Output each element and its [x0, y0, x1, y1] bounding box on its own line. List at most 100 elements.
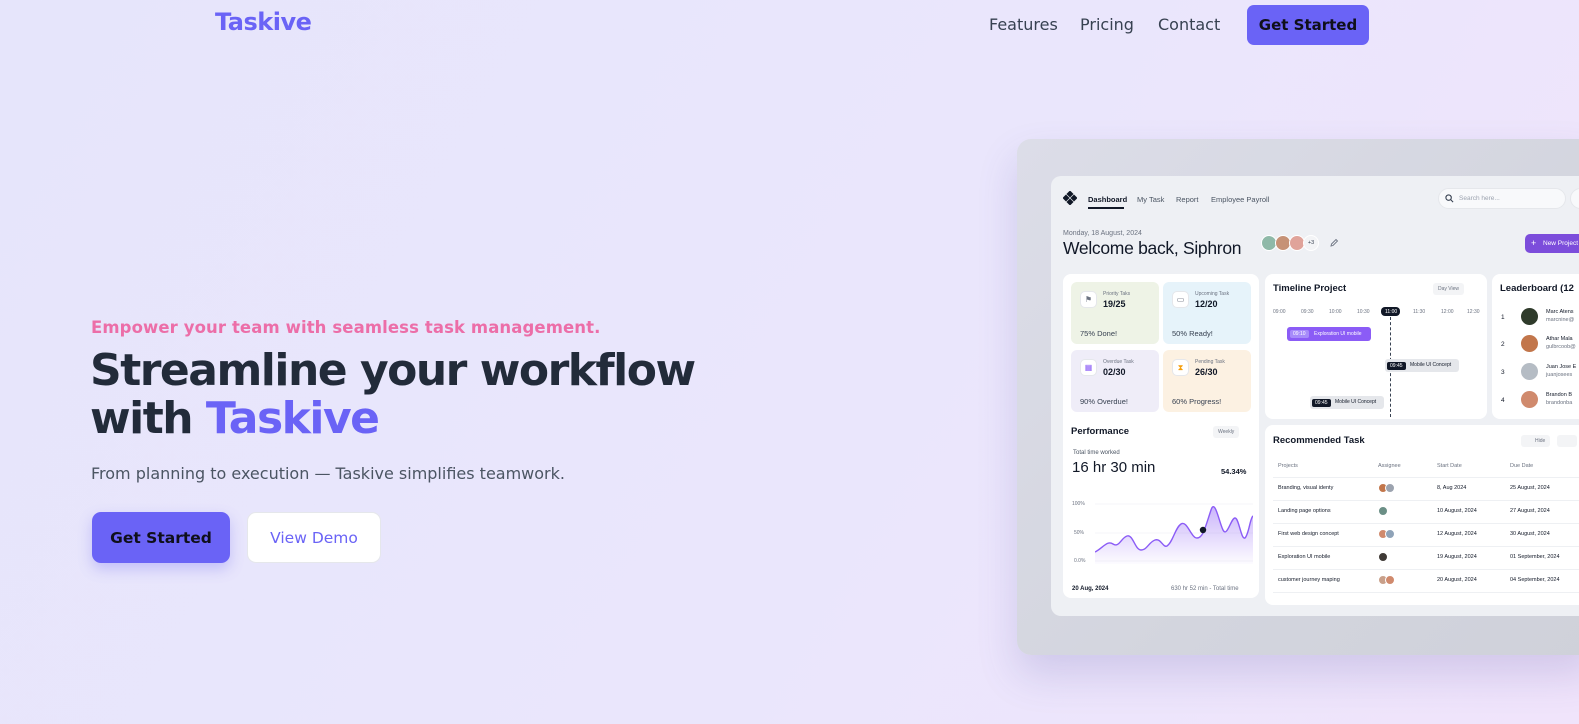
search-icon	[1445, 194, 1454, 203]
column-header: Assignee	[1378, 463, 1401, 469]
headline-line-2: with Taskive	[90, 395, 790, 443]
active-tab-underline	[1088, 207, 1124, 209]
nav-link-contact[interactable]: Contact	[1158, 15, 1220, 34]
leader-rank: 2	[1501, 341, 1505, 348]
avatar	[1520, 362, 1539, 381]
avatar	[1385, 483, 1395, 493]
hero-tagline: Empower your team with seamless task man…	[91, 318, 601, 337]
timeline-time: 09:30	[1301, 309, 1314, 315]
headline-line-1: Streamline your workflow	[90, 345, 696, 396]
avatar	[1520, 390, 1539, 409]
stat-footer: 50% Ready!	[1172, 329, 1213, 338]
row-start-date: 10 August, 2024	[1437, 508, 1477, 514]
divider	[1273, 523, 1579, 524]
timeline-event[interactable]: 09:45 Mobile UI Concept	[1310, 396, 1384, 409]
row-start-date: 19 August, 2024	[1437, 554, 1477, 560]
avatar	[1385, 575, 1395, 585]
stat-label: Overdue Task	[1103, 359, 1134, 365]
row-start-date: 12 August, 2024	[1437, 531, 1477, 537]
avatar-more-count[interactable]: +3	[1303, 235, 1319, 251]
avatar	[1378, 506, 1388, 516]
event-label: Exploration UI mobile	[1314, 331, 1362, 337]
stat-value: 12/20	[1195, 299, 1218, 309]
leader-email: gulbrcoob@	[1546, 344, 1576, 350]
row-project: Branding, visual identy	[1278, 485, 1334, 491]
nav-link-features[interactable]: Features	[989, 15, 1058, 34]
sort-button[interactable]	[1557, 435, 1577, 447]
leader-name: Juan Jose E	[1546, 364, 1577, 370]
dashboard-logo-icon	[1063, 191, 1077, 205]
timeline-time: 09:00	[1273, 309, 1286, 315]
leader-email: marcnine@	[1546, 317, 1575, 323]
dashboard-mockup-frame: Dashboard My Task Report Employee Payrol…	[1017, 139, 1579, 655]
column-header: Due Date	[1510, 463, 1534, 469]
hide-button[interactable]: Hide	[1521, 435, 1551, 447]
leader-name: Marc Atens	[1546, 309, 1574, 315]
calendar-icon: ▦	[1080, 359, 1097, 376]
stat-priority-task[interactable]: ⚑ Priority Taks 19/25 75% Done!	[1071, 282, 1159, 344]
event-time: 09:45	[1312, 399, 1331, 407]
logo[interactable]: Taskive	[215, 8, 312, 36]
event-time: 09:45	[1387, 362, 1406, 370]
event-label: Mobile UI Concept	[1410, 362, 1452, 368]
nav-get-started-button[interactable]: Get Started	[1247, 5, 1369, 45]
performance-footer: 630 hr 52 min - Total time	[1171, 586, 1239, 592]
dashboard-date: Monday, 18 August, 2024	[1063, 230, 1142, 237]
stat-overdue-task[interactable]: ▦ Overdue Task 02/30 90% Overdue!	[1071, 350, 1159, 412]
get-started-button[interactable]: Get Started	[92, 512, 230, 563]
row-project: customer journey maping	[1278, 577, 1340, 583]
stat-value: 02/30	[1103, 367, 1126, 377]
edit-icon[interactable]	[1329, 238, 1339, 248]
y-tick: 50%	[1074, 530, 1085, 536]
nav-link-pricing[interactable]: Pricing	[1080, 15, 1134, 34]
divider	[1273, 500, 1579, 501]
plus-icon: +	[1531, 238, 1537, 248]
tab-employee-payroll[interactable]: Employee Payroll	[1211, 195, 1269, 204]
stat-label: Priority Taks	[1103, 291, 1131, 297]
leader-rank: 1	[1501, 314, 1505, 321]
view-demo-button[interactable]: View Demo	[247, 512, 381, 563]
row-due-date: 25 August, 2024	[1510, 485, 1550, 491]
performance-line-chart	[1095, 503, 1253, 564]
performance-date: 20 Aug, 2024	[1072, 586, 1109, 592]
tab-report[interactable]: Report	[1176, 195, 1199, 204]
dashboard-search-input[interactable]: Search here...	[1438, 188, 1566, 209]
hourglass-icon: ⧗	[1172, 359, 1189, 376]
stat-footer: 75% Done!	[1080, 329, 1118, 338]
settings-button[interactable]	[1570, 188, 1579, 209]
timeline-event[interactable]: 09:45 Mobile UI Concept	[1385, 359, 1459, 372]
performance-period-select[interactable]: Weekly	[1213, 426, 1240, 438]
timeline-event[interactable]: 09:10 Exploration UI mobile	[1287, 327, 1371, 341]
timeline-time: 10:30	[1357, 309, 1370, 315]
tab-my-task[interactable]: My Task	[1137, 195, 1164, 204]
leader-rank: 4	[1501, 397, 1505, 404]
dashboard-mockup: Dashboard My Task Report Employee Payrol…	[1051, 176, 1579, 616]
column-header: Start Date	[1437, 463, 1462, 469]
event-label: Mobile UI Concept	[1335, 399, 1377, 405]
timeline-time: 11:00	[1385, 309, 1398, 315]
stat-pending-task[interactable]: ⧗ Pending Task 26/30 60% Progress!	[1163, 350, 1251, 412]
divider	[1273, 477, 1579, 478]
stat-label: Pending Task	[1195, 359, 1225, 365]
timeline-view-select[interactable]: Day View	[1433, 283, 1465, 295]
avatar	[1385, 529, 1395, 539]
row-due-date: 01 September, 2024	[1510, 554, 1560, 560]
performance-title: Performance	[1071, 426, 1130, 437]
leaderboard-title: Leaderboard (12	[1500, 283, 1574, 294]
welcome-heading: Welcome back, Siphron	[1063, 238, 1242, 258]
tab-dashboard[interactable]: Dashboard	[1088, 195, 1127, 204]
stat-footer: 90% Overdue!	[1080, 397, 1128, 406]
leader-email: brandonba	[1546, 400, 1573, 406]
divider	[1273, 546, 1579, 547]
divider	[1273, 592, 1579, 593]
stat-value: 26/30	[1195, 367, 1218, 377]
total-time-label: Total time worked	[1073, 450, 1120, 456]
performance-percent: 54.34%	[1221, 467, 1247, 476]
timeline-time: 12:30	[1467, 309, 1480, 315]
leader-email: juanjosees	[1546, 372, 1573, 378]
leader-name: Athar Mala	[1546, 336, 1573, 342]
timeline-time: 10:00	[1329, 309, 1342, 315]
stat-upcoming-task[interactable]: ▭ Upcoming Task 12/20 50% Ready!	[1163, 282, 1251, 344]
avatar	[1520, 307, 1539, 326]
headline-with: with	[90, 393, 194, 444]
